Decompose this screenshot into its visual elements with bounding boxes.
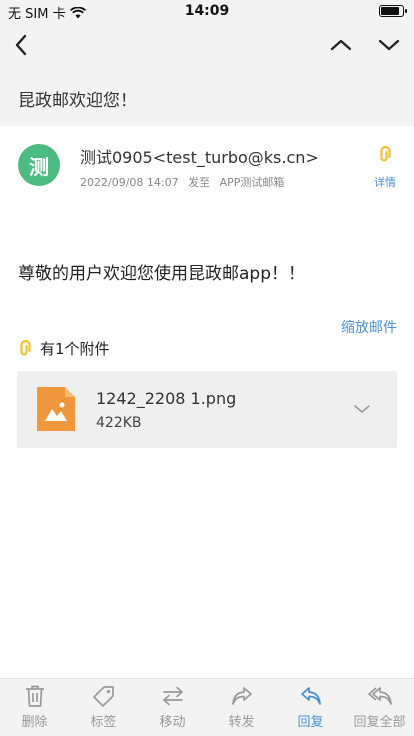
attachment-size: 422KB [96,415,142,431]
tag-icon [92,686,114,707]
delete-button[interactable]: 删除 [0,679,69,736]
reply-all-button[interactable]: 回复全部 [345,679,414,736]
attachment-name: 1242_2208 1.png [96,389,237,408]
sender-info: 测 测试0905<test_turbo@ks.cn> 2022/09/08 14… [0,126,414,206]
navigation-bar: 昆政邮欢迎您！ [0,22,414,126]
avatar: 测 [18,144,60,186]
paperclip-icon [20,339,31,356]
image-file-icon [37,387,75,431]
forward-label: 转发 [228,715,255,730]
sender-meta: 2022/09/08 14:07 发至 APP测试邮箱 [80,174,290,190]
attachment-item[interactable]: 1242_2208 1.png 422KB [17,371,397,448]
clock: 14:09 [184,3,230,19]
zoom-mail-button[interactable]: 缩放邮件 [341,317,397,337]
sent-date: 2022/09/08 14:07 [80,176,179,189]
forward-icon [231,687,252,705]
move-label: 移动 [159,715,186,730]
reply-button[interactable]: 回复 [276,679,345,736]
battery-icon [379,5,407,17]
back-icon[interactable] [10,32,34,58]
reply-all-label: 回复全部 [353,715,406,730]
previous-mail-icon[interactable] [328,34,354,56]
attachments-header: 有1个附件 [16,338,110,359]
reply-all-icon [367,687,392,705]
mail-subject: 昆政邮欢迎您！ [18,91,137,111]
sent-to-label: 发至 [188,176,211,189]
details-link[interactable]: 详情 [374,174,396,190]
tag-label: 标签 [90,715,117,730]
move-icon [162,686,183,706]
tag-button[interactable]: 标签 [69,679,138,736]
chevron-down-icon[interactable] [353,403,371,415]
attachments-count: 有1个附件 [40,340,110,358]
battery-level [381,7,399,15]
forward-button[interactable]: 转发 [207,679,276,736]
toolbar: 删除 标签 移动 转发 回复 回复全部 [0,678,414,736]
next-mail-icon[interactable] [376,34,402,56]
paperclip-icon [380,146,391,162]
delete-label: 删除 [21,715,48,730]
move-button[interactable]: 移动 [138,679,207,736]
reply-label: 回复 [297,715,324,730]
reply-icon [300,687,321,705]
status-bar: 无 SIM 卡 14:09 [0,0,414,22]
trash-icon [25,685,44,707]
recipient: APP测试邮箱 [219,176,285,189]
sender-name: 测试0905<test_turbo@ks.cn> [80,148,319,167]
mail-body: 尊敬的用户欢迎您使用昆政邮app！！ [18,264,305,284]
